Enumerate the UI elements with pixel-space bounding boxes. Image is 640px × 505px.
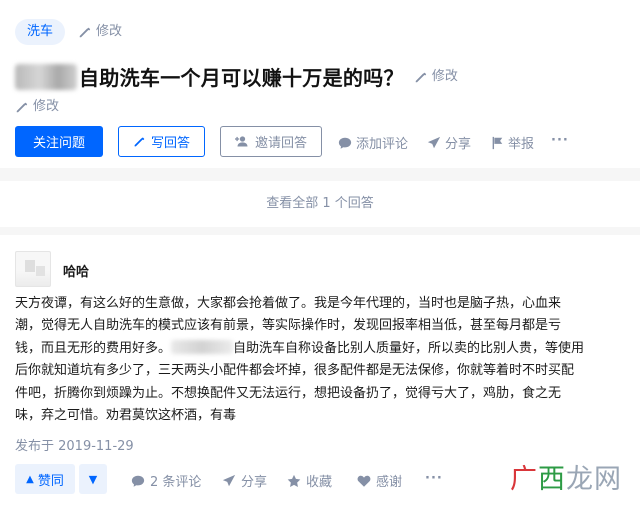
- pencil-icon: [16, 102, 28, 113]
- comments-button[interactable]: 2 条评论: [131, 471, 201, 490]
- view-all-answers-link[interactable]: 查看全部 1 个回答: [0, 181, 640, 227]
- edit-label: 修改: [96, 24, 123, 39]
- pencil-icon: [134, 137, 145, 147]
- collect-label: 收藏: [306, 475, 333, 490]
- heart-icon: [357, 475, 371, 487]
- pencil-icon: [79, 27, 91, 38]
- publish-date[interactable]: 发布于 2019-11-29: [15, 435, 134, 454]
- comment-icon: [338, 137, 352, 149]
- triangle-down-icon: ▼: [88, 472, 98, 486]
- answer-line: 天方夜谭，有这么好的生意做，大家都会抢着做了。我是今年代理的，当时也是脑子热，心…: [15, 296, 562, 311]
- write-answer-button[interactable]: 写回答: [118, 126, 205, 157]
- triangle-up-icon: ▲: [26, 473, 34, 485]
- edit-label: 修改: [33, 99, 60, 114]
- question-title[interactable]: 自助洗车一个月可以赚十万是的吗？: [79, 62, 404, 91]
- collect-button[interactable]: 收藏: [287, 471, 332, 490]
- more-options-icon: ···: [551, 133, 569, 148]
- vote-up-button[interactable]: ▲ 赞同: [15, 464, 75, 494]
- site-watermark: 广西龙网: [510, 453, 632, 499]
- question-title-row: 自助洗车一个月可以赚十万是的吗？ 修改: [15, 62, 458, 91]
- comment-icon: [131, 475, 145, 487]
- add-comment-button[interactable]: 添加评论: [338, 133, 408, 152]
- edit-topics-link[interactable]: 修改: [78, 23, 122, 41]
- answer-share-button[interactable]: 分享: [222, 471, 267, 490]
- answer-line: 后你就知道坑有多少了，三天两头小配件都会坏掉，很多配件都是无法保修，你就等着时不…: [15, 363, 575, 379]
- invite-answer-button[interactable]: 邀请回答: [220, 126, 322, 157]
- answer-content: 天方夜谭，有这么好的生意做，大家都会抢着做了。我是今年代理的，当时也是脑子热，心…: [15, 293, 627, 427]
- answer-text: 钱，而且无形的费用好多。: [15, 340, 172, 356]
- answer-line: 潮，觉得无人自助洗车的模式应该有前景，等实际操作时，发现回报率相当低，甚至每月都…: [15, 318, 562, 334]
- vote-down-button[interactable]: ▼: [79, 464, 107, 494]
- topic-tag[interactable]: 洗车: [15, 19, 66, 45]
- avatar[interactable]: [15, 251, 51, 287]
- vote-up-label: 赞同: [37, 473, 64, 489]
- blurred-text: [171, 339, 234, 354]
- author-name[interactable]: 哈哈: [63, 261, 89, 280]
- answer-line: 件吧，折腾你到烦躁为止。不想换配件又无法运行，想把设备扔了，觉得亏大了，鸡肋，食…: [15, 385, 562, 401]
- comments-label: 2 条评论: [150, 475, 202, 490]
- more-options-icon: ···: [425, 471, 443, 486]
- add-user-icon: [234, 136, 248, 147]
- answer-more-button[interactable]: ···: [425, 471, 443, 486]
- answer-share-label: 分享: [241, 475, 268, 490]
- flag-icon: [492, 136, 503, 149]
- answer-text: 自助洗车自称设备比别人质量好，所以卖的比别人贵，等使用: [233, 340, 585, 356]
- share-icon: [222, 474, 236, 486]
- answer-line: 钱，而且无形的费用好多。 自助洗车自称设备比别人质量好，所以卖的比别人贵，等使用: [15, 338, 627, 360]
- share-button[interactable]: 分享: [427, 133, 471, 152]
- edit-title-link[interactable]: 修改: [414, 68, 458, 86]
- add-comment-label: 添加评论: [356, 137, 409, 152]
- thanks-button[interactable]: 感谢: [357, 471, 402, 490]
- write-answer-label: 写回答: [150, 136, 190, 151]
- star-icon: [287, 474, 301, 487]
- pencil-icon: [415, 72, 426, 82]
- blurred-text: [15, 63, 77, 90]
- report-label: 举报: [508, 137, 535, 152]
- more-options-button[interactable]: ···: [551, 133, 569, 148]
- follow-question-label: 关注问题: [32, 136, 85, 151]
- report-button[interactable]: 举报: [490, 133, 534, 152]
- watermark-char: 西: [538, 463, 566, 495]
- share-label: 分享: [445, 137, 472, 152]
- share-icon: [427, 136, 441, 148]
- watermark-char: 广: [510, 463, 538, 495]
- invite-answer-label: 邀请回答: [254, 136, 307, 151]
- edit-label: 修改: [431, 68, 458, 84]
- edit-description-link[interactable]: 修改: [15, 98, 59, 116]
- answer-line: 味，弃之可惜。劝君莫饮这杯酒，有毒: [15, 407, 237, 423]
- follow-question-button[interactable]: 关注问题: [15, 126, 103, 157]
- watermark-char: 龙网: [566, 463, 622, 495]
- thanks-label: 感谢: [376, 475, 403, 490]
